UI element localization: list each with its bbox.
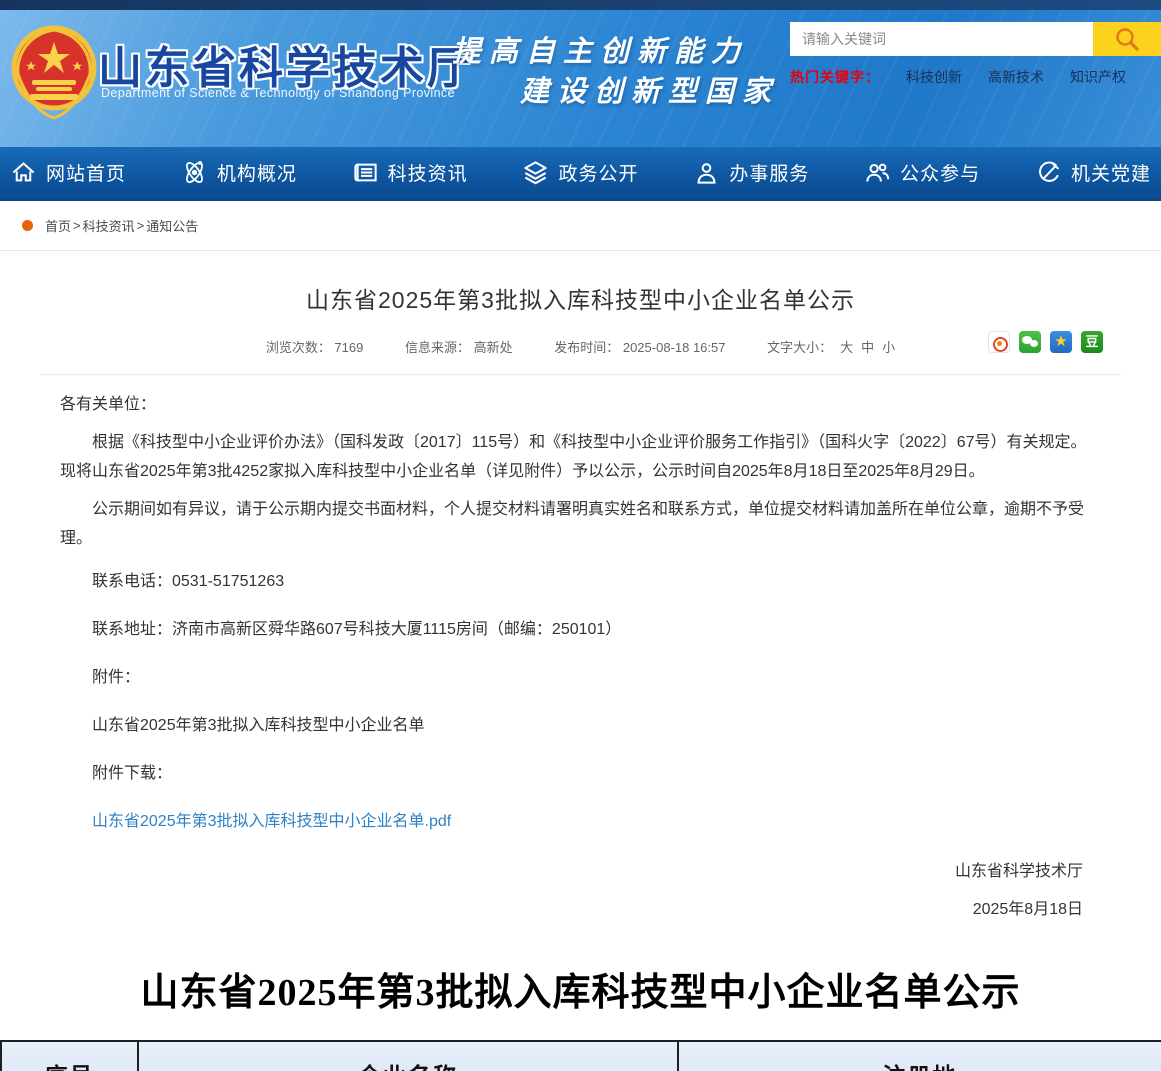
table-header-row: 序号 企业名称 注册地 [1, 1041, 1161, 1071]
attachment-name: 山东省2025年第3批拟入库科技型中小企业名单 [60, 707, 1101, 745]
signature-date: 2025年8月18日 [40, 891, 1121, 929]
col-header-location: 注册地 [678, 1041, 1161, 1071]
table-title: 山东省2025年第3批拟入库科技型中小企业名单公示 [0, 961, 1161, 1016]
breadcrumb: 首页 > 科技资讯 > 通知公告 [0, 201, 1161, 251]
search-input[interactable] [790, 22, 1093, 56]
download-label: 附件下载： [60, 755, 1101, 793]
hot-keyword-link[interactable]: 科技创新 [906, 67, 962, 87]
share-bar: ★ 豆 [988, 331, 1103, 353]
meta-divider [40, 374, 1121, 375]
views-count: 浏览次数： 7169 [266, 340, 364, 355]
nav-item-participation[interactable]: 公众参与 [860, 159, 984, 186]
home-icon [10, 159, 37, 186]
col-header-company: 企业名称 [138, 1041, 678, 1071]
col-header-index: 序号 [1, 1041, 138, 1071]
page: 山东省科学技术厅 Department of Science & Technol… [0, 0, 1161, 1071]
hot-keywords-row: 热门关键字： 科技创新 高新技术 知识产权 [790, 67, 1126, 87]
fontsize-large[interactable]: 大 [840, 340, 853, 355]
fontsize-small[interactable]: 小 [882, 340, 895, 355]
person-badge-icon [693, 159, 720, 186]
douban-icon[interactable]: 豆 [1081, 331, 1103, 353]
site-banner: 山东省科学技术厅 Department of Science & Technol… [0, 10, 1161, 147]
article-body: 各有关单位： 根据《科技型中小企业评价办法》（国科发政〔2017〕115号）和《… [40, 390, 1121, 841]
search-icon [1114, 26, 1140, 52]
atom-icon [181, 159, 208, 186]
slogan-line-1: 提高自主创新能力 [452, 28, 748, 70]
breadcrumb-home[interactable]: 首页 [45, 216, 71, 235]
article: 山东省2025年第3批拟入库科技型中小企业名单公示 浏览次数： 7169 信息来… [0, 281, 1161, 929]
nav-item-gov-info[interactable]: 政务公开 [518, 159, 642, 186]
weibo-icon[interactable] [988, 331, 1010, 353]
nav-item-services[interactable]: 办事服务 [689, 159, 813, 186]
publish-time: 发布时间： 2025-08-18 16:57 [554, 340, 725, 355]
signature-org: 山东省科学技术厅 [40, 853, 1121, 891]
nav-item-news[interactable]: 科技资讯 [348, 159, 472, 186]
breadcrumb-separator: > [137, 218, 145, 233]
contact-address: 联系地址：济南市高新区舜华路607号科技大厦1115房间（邮编：250101） [60, 611, 1101, 649]
top-strip [0, 0, 1161, 10]
fontsize-control: 文字大小： 大中小 [767, 340, 895, 355]
search-box [790, 22, 1161, 56]
hot-keyword-link[interactable]: 知识产权 [1070, 67, 1126, 87]
wechat-icon[interactable] [1019, 331, 1041, 353]
news-icon [352, 159, 379, 186]
hot-keywords-label: 热门关键字： [790, 67, 880, 87]
breadcrumb-separator: > [73, 218, 81, 233]
main-nav: 网站首页 机构概况 科技资讯 政务公开 [0, 147, 1161, 201]
nav-item-party[interactable]: 机关党建 [1031, 159, 1155, 186]
attachment-label: 附件： [60, 659, 1101, 697]
article-meta: 浏览次数： 7169 信息来源： 高新处 发布时间： 2025-08-18 16… [40, 337, 1121, 361]
info-source: 信息来源： 高新处 [405, 340, 513, 355]
breadcrumb-dot-icon [22, 220, 33, 231]
nav-label: 机关党建 [1071, 159, 1151, 186]
paragraph-2: 公示期间如有异议，请于公示期内提交书面材料，个人提交材料请署明真实姓名和联系方式… [60, 495, 1101, 553]
company-table: 序号 企业名称 注册地 1489 临朐祥泰光伏发电有限公司 山东省/潍坊市/临朐… [0, 1040, 1161, 1071]
attachment-pdf-link[interactable]: 山东省2025年第3批拟入库科技型中小企业名单.pdf [92, 813, 451, 830]
people-icon [864, 159, 891, 186]
fontsize-label: 文字大小： [767, 340, 832, 355]
nav-item-home[interactable]: 网站首页 [6, 159, 130, 186]
qzone-icon[interactable]: ★ [1050, 331, 1072, 353]
article-title: 山东省2025年第3批拟入库科技型中小企业名单公示 [40, 281, 1121, 315]
site-subtitle: Department of Science & Technology of Sh… [101, 86, 455, 100]
nav-item-about[interactable]: 机构概况 [177, 159, 301, 186]
party-emblem-icon [1035, 159, 1062, 186]
breadcrumb-notices[interactable]: 通知公告 [146, 216, 198, 235]
layers-icon [522, 159, 549, 186]
salutation: 各有关单位： [60, 390, 1101, 419]
contact-phone: 联系电话：0531-51751263 [60, 563, 1101, 601]
hot-keyword-link[interactable]: 高新技术 [988, 67, 1044, 87]
national-emblem-logo [10, 22, 98, 122]
nav-label: 公众参与 [900, 159, 980, 186]
fontsize-medium[interactable]: 中 [861, 340, 874, 355]
nav-label: 政务公开 [558, 159, 638, 186]
nav-label: 网站首页 [46, 159, 126, 186]
slogan-line-2: 建设创新型国家 [520, 68, 779, 110]
paragraph-1: 根据《科技型中小企业评价办法》（国科发政〔2017〕115号）和《科技型中小企业… [60, 428, 1101, 486]
breadcrumb-news[interactable]: 科技资讯 [83, 216, 135, 235]
nav-label: 科技资讯 [388, 159, 468, 186]
search-button[interactable] [1093, 22, 1161, 56]
nav-label: 机构概况 [217, 159, 297, 186]
nav-label: 办事服务 [729, 159, 809, 186]
